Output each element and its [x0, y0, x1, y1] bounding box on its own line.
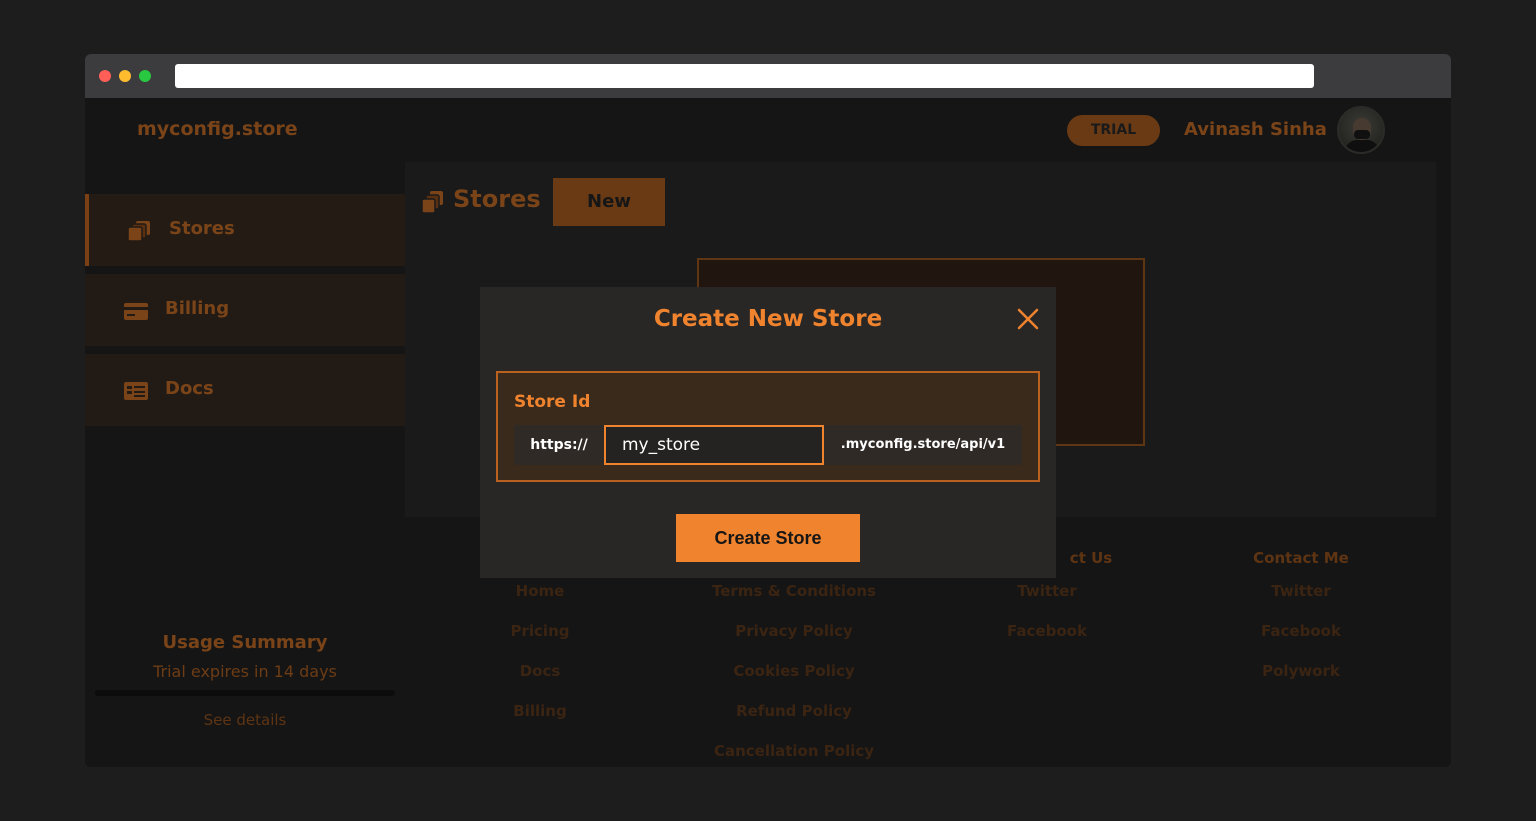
sidebar-item-label: Billing [165, 298, 230, 319]
sidebar-item-stores[interactable]: Stores [85, 194, 405, 266]
footer-heading-contact-me: Contact Me [1253, 549, 1349, 567]
footer-link-home[interactable]: Home [430, 582, 650, 600]
brand-logo[interactable]: myconfig.store [137, 118, 298, 140]
footer-link-cancellation[interactable]: Cancellation Policy [684, 742, 904, 760]
sidebar-item-label: Docs [165, 378, 214, 399]
new-store-button[interactable]: New [553, 178, 665, 226]
maximize-window-button[interactable] [139, 70, 151, 82]
footer-link-privacy[interactable]: Privacy Policy [684, 622, 904, 640]
page-title: Stores [453, 185, 541, 213]
sidebar-item-label: Stores [169, 218, 235, 239]
store-id-label: Store Id [514, 392, 591, 412]
footer-link-facebook[interactable]: Facebook [937, 622, 1157, 640]
footer-link-polywork[interactable]: Polywork [1191, 662, 1411, 680]
card-icon [124, 303, 148, 320]
browser-titlebar [85, 54, 1451, 98]
address-bar[interactable] [175, 64, 1314, 88]
stack-icon [127, 221, 150, 242]
url-suffix: .myconfig.store/api/v1 [824, 425, 1022, 465]
minimize-window-button[interactable] [119, 70, 131, 82]
create-store-button[interactable]: Create Store [676, 514, 860, 562]
sidebar-item-billing[interactable]: Billing [85, 274, 405, 346]
sidebar-item-docs[interactable]: Docs [85, 354, 405, 426]
trial-expiry-text: Trial expires in 14 days [153, 662, 337, 681]
footer-link-docs[interactable]: Docs [430, 662, 650, 680]
store-id-field-group: Store Id https:// .myconfig.store/api/v1 [496, 371, 1040, 482]
store-id-input[interactable] [604, 425, 824, 465]
footer-link-pricing[interactable]: Pricing [430, 622, 650, 640]
user-name[interactable]: Avinash Sinha [1184, 119, 1327, 140]
footer-link-terms[interactable]: Terms & Conditions [684, 582, 904, 600]
sidebar: Stores Billing Docs Usage Summary Trial … [85, 162, 405, 767]
avatar[interactable] [1337, 106, 1385, 154]
trial-badge: TRIAL [1067, 115, 1160, 146]
footer-link-cookies[interactable]: Cookies Policy [684, 662, 904, 680]
footer-link-twitter[interactable]: Twitter [1191, 582, 1411, 600]
app-header: myconfig.store TRIAL Avinash Sinha [85, 98, 1437, 162]
url-prefix: https:// [514, 425, 604, 465]
footer-link-twitter[interactable]: Twitter [937, 582, 1157, 600]
footer-link-billing[interactable]: Billing [430, 702, 650, 720]
doc-list-icon [124, 382, 148, 400]
close-window-button[interactable] [99, 70, 111, 82]
modal-title: Create New Store [653, 306, 883, 332]
close-icon[interactable] [1016, 307, 1040, 331]
footer-link-refund[interactable]: Refund Policy [684, 702, 904, 720]
footer-link-facebook[interactable]: Facebook [1191, 622, 1411, 640]
usage-summary-title: Usage Summary [162, 632, 328, 653]
see-details-link[interactable]: See details [85, 711, 405, 729]
stack-icon [421, 191, 443, 214]
usage-progress-bar [95, 690, 395, 696]
create-store-modal: Create New Store Store Id https:// .myco… [480, 287, 1056, 578]
